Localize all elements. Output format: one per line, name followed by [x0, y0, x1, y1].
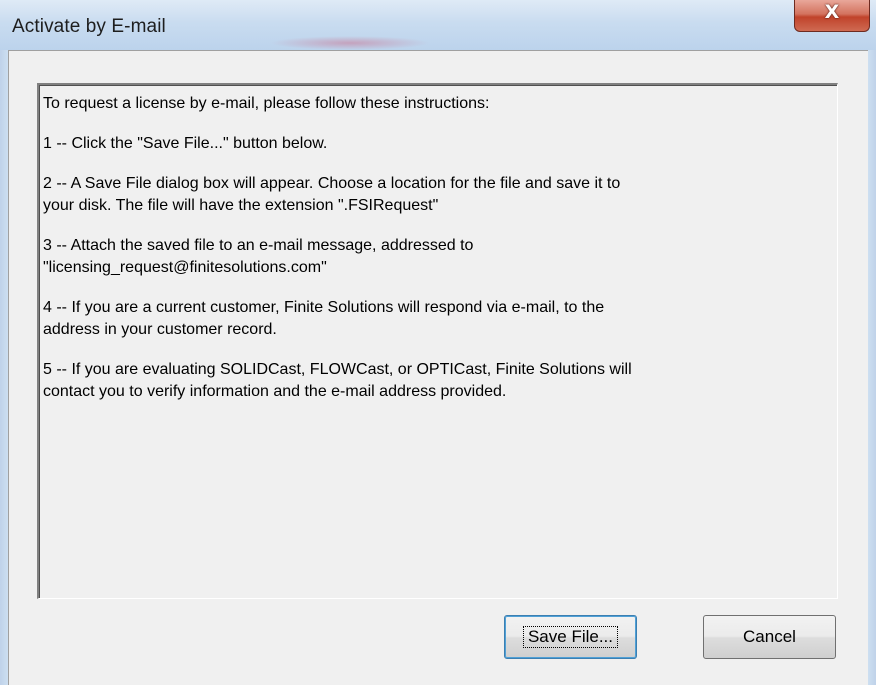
- titlebar-glow: [270, 36, 430, 50]
- title-bar[interactable]: Activate by E-mail X: [0, 0, 876, 50]
- instruction-step-1: 1 -- Click the "Save File..." button bel…: [43, 135, 328, 152]
- instruction-step-5: 5 -- If you are evaluating SOLIDCast, FL…: [43, 361, 632, 400]
- close-button[interactable]: X: [794, 0, 870, 32]
- instructions-intro: To request a license by e-mail, please f…: [43, 95, 490, 112]
- cancel-button[interactable]: Cancel: [703, 615, 836, 659]
- save-file-button-label: Save File...: [522, 626, 619, 648]
- save-file-button[interactable]: Save File...: [504, 615, 637, 659]
- dialog-window: Activate by E-mail X To request a licens…: [0, 0, 876, 685]
- instruction-step-2: 2 -- A Save File dialog box will appear.…: [43, 175, 621, 214]
- window-title: Activate by E-mail: [12, 16, 166, 37]
- instruction-step-3: 3 -- Attach the saved file to an e-mail …: [43, 237, 474, 276]
- instruction-step-4: 4 -- If you are a current customer, Fini…: [43, 299, 605, 338]
- window-frame-right: [868, 50, 876, 685]
- close-icon: X: [824, 1, 840, 23]
- window-frame-left: [0, 50, 8, 685]
- cancel-button-label: Cancel: [743, 627, 796, 646]
- instructions-panel: To request a license by e-mail, please f…: [37, 83, 838, 599]
